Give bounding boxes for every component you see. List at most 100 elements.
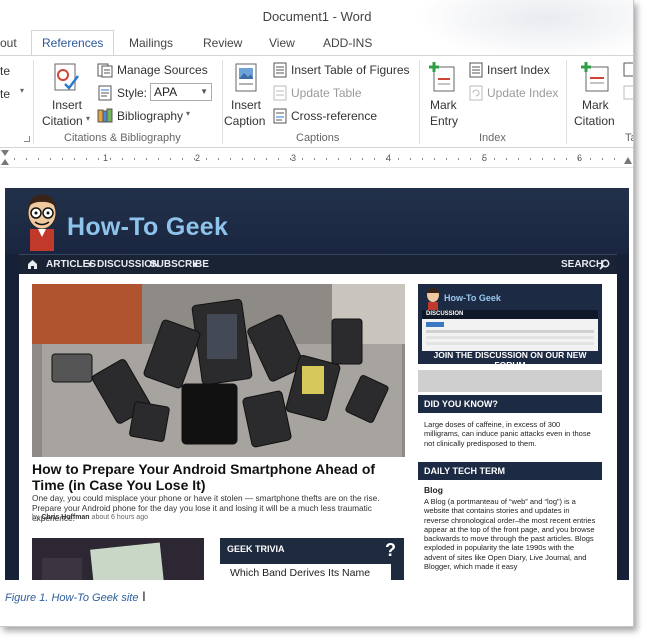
article-hero-image	[32, 284, 405, 457]
group-label-citations: Citations & Bibliography	[64, 132, 181, 144]
ruler-number: 1	[103, 153, 109, 163]
style-icon	[98, 85, 112, 101]
ruler-tick	[242, 158, 243, 160]
mark-citation-line2: Citation	[574, 114, 615, 128]
ribbon-tabs: out References Mailings Review View ADD-…	[0, 30, 633, 56]
update-index-button[interactable]: Update Index	[487, 86, 558, 100]
mark-entry-button[interactable]: Mark Entry	[422, 58, 466, 130]
insert-caption-line1: Insert	[231, 98, 262, 112]
ruler-tick	[74, 158, 75, 160]
insert-citation-button[interactable]: Insert Citation ▾	[38, 58, 94, 130]
tab-layout[interactable]: out	[0, 33, 17, 56]
document-page[interactable]: How-To Geek ARTICLES ▾ DISCUSSION SUBSCR…	[0, 168, 633, 626]
left-indent-marker[interactable]	[1, 159, 9, 165]
search-icon	[599, 259, 610, 270]
chevron-down-icon: ▾	[86, 114, 91, 123]
question-mark-icon: ?	[385, 540, 396, 560]
ruler-tick	[86, 158, 87, 160]
tab-mailings[interactable]: Mailings	[129, 33, 173, 56]
mark-citation-icon	[581, 62, 609, 92]
insert-table-of-figures-button[interactable]: Insert Table of Figures	[291, 63, 410, 77]
right-indent-marker[interactable]	[624, 157, 632, 164]
ruler-tick	[614, 158, 615, 160]
group-separator	[566, 60, 567, 144]
ruler-tick	[374, 158, 375, 160]
chevron-down-icon: ▾	[186, 109, 191, 118]
daily-tech-term-header: DAILY TECH TERM	[418, 462, 602, 480]
ruler-number: 5	[482, 153, 488, 163]
ruler-tick	[602, 158, 603, 160]
horizontal-ruler[interactable]: 1 2 3 4 5 6	[0, 149, 633, 168]
cut-button-2[interactable]: te	[0, 87, 10, 101]
ruler-tick	[494, 158, 495, 160]
update-table-of-authorities-icon	[623, 85, 633, 100]
daily-tech-term-text: A Blog (a portmanteau of “web” and “log”…	[424, 497, 596, 572]
article-time: about 6 hours ago	[91, 514, 148, 521]
site-header: How-To Geek	[5, 188, 629, 254]
tab-review[interactable]: Review	[203, 33, 242, 56]
mark-citation-button[interactable]: Mark Citation	[570, 58, 622, 130]
mark-entry-line2: Entry	[430, 114, 459, 128]
text-cursor-icon: I	[142, 588, 146, 604]
ruler-tick	[110, 158, 111, 160]
ruler-tick	[530, 158, 531, 160]
ruler-tick	[542, 158, 543, 160]
ruler-tick	[38, 158, 39, 160]
group-label-captions: Captions	[296, 132, 340, 144]
secondary-article-image	[32, 538, 204, 580]
insert-citation-line2: Citation	[42, 114, 83, 128]
update-table-button[interactable]: Update Table	[291, 86, 362, 100]
geek-mascot-logo	[27, 194, 57, 251]
tab-references[interactable]: References	[31, 30, 115, 56]
group-separator	[419, 60, 420, 144]
ruler-tick	[254, 158, 255, 160]
daily-tech-term-word: Blog	[424, 485, 443, 495]
tab-add-ins[interactable]: ADD-INS	[323, 33, 372, 56]
first-line-indent-marker[interactable]	[1, 150, 9, 156]
insert-caption-button[interactable]: Insert Caption	[222, 58, 270, 130]
bibliography-button[interactable]: Bibliography	[117, 109, 183, 123]
insert-citation-icon	[54, 63, 79, 91]
window-title: Document1 - Word	[262, 9, 372, 24]
nav-search: SEARCH	[561, 259, 604, 270]
update-index-icon	[469, 85, 483, 101]
table-of-figures-icon	[273, 62, 287, 78]
dialog-launcher-icon[interactable]	[24, 136, 30, 142]
ruler-number: 2	[195, 153, 201, 163]
ruler-tick	[50, 158, 51, 160]
title-bar: Document1 - Word	[0, 0, 633, 60]
style-dropdown[interactable]: APA ▼	[150, 83, 212, 101]
ruler-tick	[26, 158, 27, 160]
cut-button-1[interactable]: te	[0, 64, 10, 78]
forum-logo-text: How-To Geek	[444, 293, 501, 303]
website-screenshot: How-To Geek ARTICLES ▾ DISCUSSION SUBSCR…	[5, 188, 629, 580]
insert-citation-line1: Insert	[52, 98, 83, 112]
ruler-tick	[62, 158, 63, 160]
ruler-tick	[362, 158, 363, 160]
ruler-tick	[422, 158, 423, 160]
insert-index-button[interactable]: Insert Index	[487, 63, 550, 77]
tab-view[interactable]: View	[269, 33, 295, 56]
ribbon: te te ▾ Insert Citation ▾ Manage Sources	[0, 55, 633, 148]
insert-table-of-authorities-icon	[623, 62, 633, 77]
style-dropdown-value: APA	[154, 85, 178, 99]
group-separator	[33, 60, 34, 144]
ruler-tick	[266, 158, 267, 160]
word-window: Document1 - Word out References Mailings…	[0, 0, 634, 627]
forum-promo: How-To Geek DISCUSSION JOIN THE DISCUSSI…	[418, 284, 602, 370]
ruler-tick	[278, 158, 279, 160]
figure-caption[interactable]: Figure 1. How-To Geek site	[5, 592, 138, 604]
forum-discussion-label: DISCUSSION	[422, 310, 598, 319]
insert-caption-line2: Caption	[224, 114, 266, 128]
manage-sources-button[interactable]: Manage Sources	[117, 63, 208, 77]
nav-item-subscribe: SUBSCRIBE	[150, 259, 209, 270]
ruler-tick	[590, 158, 591, 160]
ruler-tick	[434, 158, 435, 160]
cross-reference-button[interactable]: Cross-reference	[291, 109, 377, 123]
manage-sources-icon	[97, 63, 113, 78]
insert-caption-icon	[235, 63, 257, 92]
chevron-down-icon: ▾	[88, 260, 93, 269]
geek-trivia-heading: GEEK TRIVIA	[227, 544, 285, 554]
ruler-tick	[14, 158, 15, 160]
ruler-tick	[410, 158, 411, 160]
